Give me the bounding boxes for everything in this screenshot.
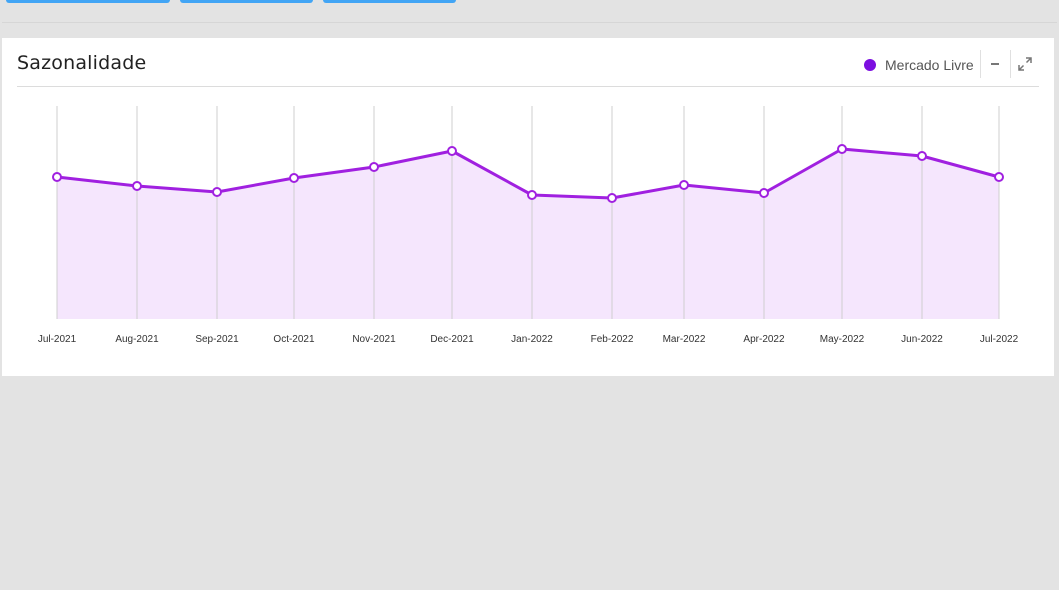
x-tick-label: Jul-2021 bbox=[38, 334, 77, 345]
x-tick-label: Nov-2021 bbox=[352, 334, 396, 345]
x-tick-label: Oct-2021 bbox=[273, 334, 315, 345]
data-point-apr-2022 bbox=[759, 188, 769, 198]
data-point-nov-2021 bbox=[369, 162, 379, 172]
x-tick-label: Mar-2022 bbox=[663, 334, 706, 345]
data-point-aug-2021 bbox=[132, 181, 142, 191]
x-tick-label: Jun-2022 bbox=[901, 334, 943, 345]
data-point-jun-2022 bbox=[917, 151, 927, 161]
data-point-may-2022 bbox=[837, 144, 847, 154]
top-tab-1[interactable] bbox=[6, 0, 170, 3]
series-area bbox=[57, 149, 999, 319]
seasonality-chart: Jul-2021 Aug-2021 Sep-2021 Oct-2021 Nov-2021… bbox=[38, 106, 1019, 345]
x-tick-label: Feb-2022 bbox=[591, 334, 634, 345]
x-tick-label: Sep-2021 bbox=[195, 334, 239, 345]
x-tick-label: Aug-2021 bbox=[115, 334, 159, 345]
x-tick-label: Jan-2022 bbox=[511, 334, 553, 345]
top-tab-2[interactable] bbox=[180, 0, 313, 3]
top-tabs bbox=[0, 0, 1059, 4]
x-tick-label: May-2022 bbox=[820, 334, 865, 345]
data-point-jul-2022 bbox=[994, 172, 1004, 182]
x-tick-label: Jul-2022 bbox=[980, 334, 1019, 345]
top-divider bbox=[2, 22, 1057, 23]
data-point-oct-2021 bbox=[289, 173, 299, 183]
top-tab-3[interactable] bbox=[323, 0, 456, 3]
data-point-jan-2022 bbox=[527, 190, 537, 200]
x-tick-label: Dec-2021 bbox=[430, 334, 474, 345]
seasonality-panel: Sazonalidade Mercado Livre Jul-2021 Aug-2… bbox=[2, 38, 1054, 376]
x-tick-label: Apr-2022 bbox=[743, 334, 785, 345]
data-point-dec-2021 bbox=[447, 146, 457, 156]
data-point-jul-2021 bbox=[52, 172, 62, 182]
data-point-mar-2022 bbox=[679, 180, 689, 190]
data-point-sep-2021 bbox=[212, 187, 222, 197]
data-point-feb-2022 bbox=[607, 193, 617, 203]
